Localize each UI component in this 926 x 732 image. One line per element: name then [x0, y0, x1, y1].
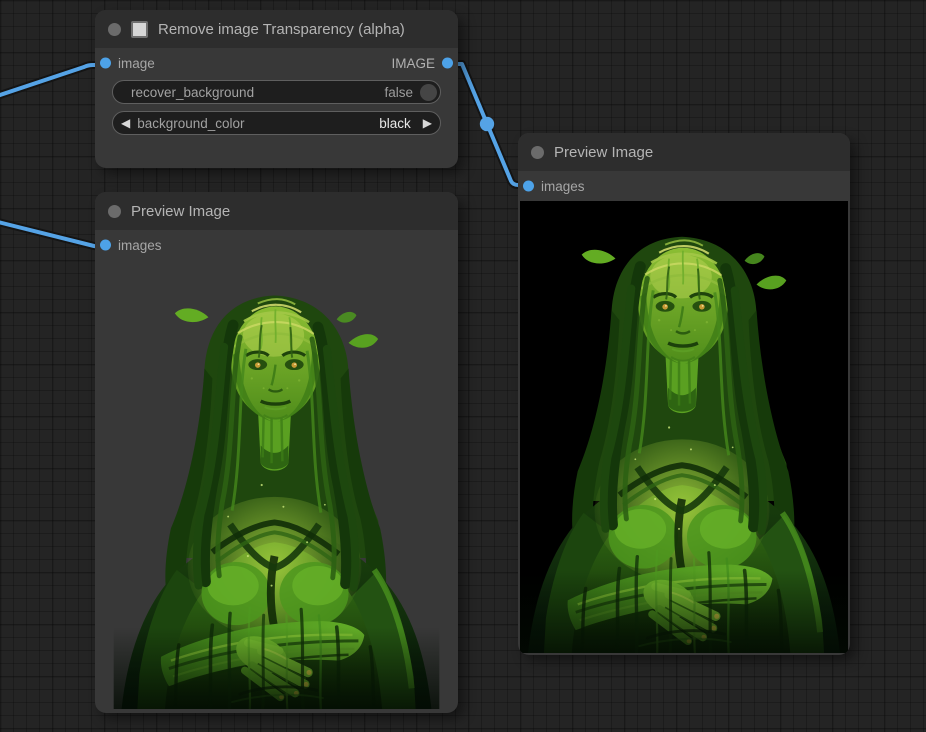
output-port-image[interactable]	[442, 58, 453, 69]
node-preview-image-right[interactable]: Preview Image images	[518, 133, 850, 655]
slot-row: images	[518, 171, 850, 201]
node-title: Preview Image	[554, 144, 653, 161]
widget-name: background_color	[137, 116, 244, 131]
widget-background-color[interactable]: ◀ background_color black ▶	[112, 111, 441, 135]
node-preview-image-left[interactable]: Preview Image images	[95, 192, 458, 713]
input-port-images[interactable]	[523, 181, 534, 192]
toggle-knob[interactable]	[420, 84, 437, 101]
node-title: Remove image Transparency (alpha)	[158, 21, 405, 38]
node-titlebar[interactable]: Remove image Transparency (alpha)	[95, 10, 458, 48]
output-label: IMAGE	[391, 56, 435, 71]
input-label: images	[118, 238, 162, 253]
link-to-left-preview[interactable]	[0, 221, 107, 247]
node-graph-canvas[interactable]: Remove image Transparency (alpha) image …	[0, 0, 926, 732]
collapse-dot[interactable]	[108, 205, 121, 218]
link-to-image-input[interactable]	[0, 65, 102, 97]
node-remove-transparency[interactable]: Remove image Transparency (alpha) image …	[95, 10, 458, 168]
preview-image-figure	[520, 201, 848, 653]
widget-name: recover_background	[131, 85, 254, 100]
link-image-to-right-preview[interactable]	[448, 64, 525, 185]
node-box-icon	[131, 21, 148, 38]
preview-image-transparent	[103, 260, 450, 709]
input-port-images[interactable]	[100, 240, 111, 251]
widget-value: black	[379, 116, 411, 131]
node-titlebar[interactable]: Preview Image	[518, 133, 850, 171]
preview-image-black-bg	[520, 201, 848, 653]
link-midpoint-dot[interactable]	[480, 117, 494, 131]
node-title: Preview Image	[131, 203, 230, 220]
input-label: image	[118, 56, 155, 71]
collapse-dot[interactable]	[108, 23, 121, 36]
slot-row: image IMAGE	[95, 48, 458, 78]
widget-recover-background[interactable]: recover_background false	[112, 80, 441, 104]
node-titlebar[interactable]: Preview Image	[95, 192, 458, 230]
combo-left-arrow-icon[interactable]: ◀	[121, 117, 130, 129]
slot-row: images	[95, 230, 458, 260]
input-label: images	[541, 179, 585, 194]
widget-value: false	[384, 85, 413, 100]
preview-image-figure	[103, 260, 450, 709]
input-port-image[interactable]	[100, 58, 111, 69]
combo-right-arrow-icon[interactable]: ▶	[423, 117, 432, 129]
collapse-dot[interactable]	[531, 146, 544, 159]
